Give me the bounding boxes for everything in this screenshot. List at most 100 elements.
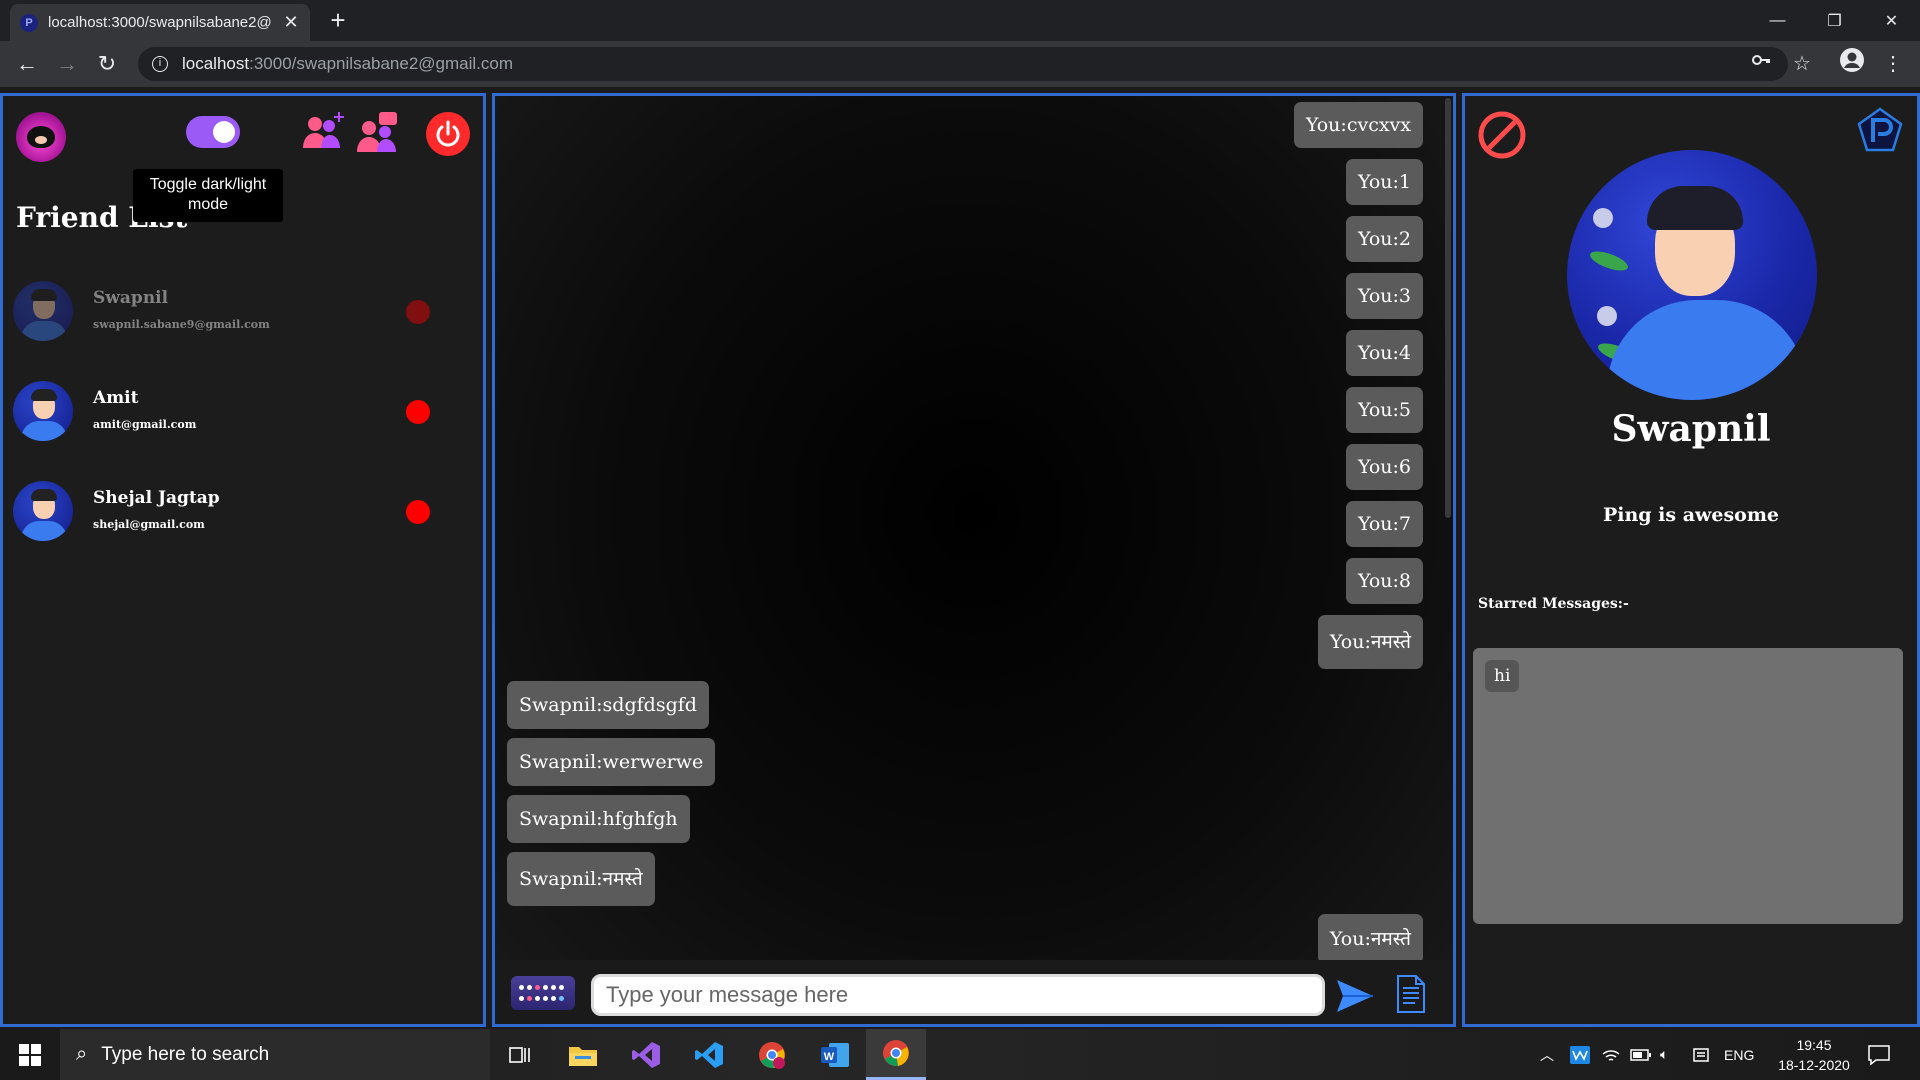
message-composer xyxy=(495,960,1453,1024)
search-icon: ⌕ xyxy=(76,1043,88,1065)
friend-name: Swapnil xyxy=(93,288,169,308)
add-friend-icon[interactable] xyxy=(301,110,345,154)
taskbar-search-placeholder: Type here to search xyxy=(101,1043,270,1065)
avatar xyxy=(13,381,73,441)
app-brand-logo-icon xyxy=(1857,107,1903,152)
message-bubble[interactable]: You:4 xyxy=(1345,330,1423,376)
attach-file-icon[interactable] xyxy=(1395,974,1427,1014)
browser-menu-icon[interactable]: ⋮ xyxy=(1878,47,1908,81)
notification-center-icon[interactable] xyxy=(1868,1029,1890,1080)
task-view-icon[interactable] xyxy=(492,1029,548,1080)
restore-button[interactable]: ❐ xyxy=(1806,0,1863,41)
clock-time: 19:45 xyxy=(1796,1037,1832,1053)
friend-name: Shejal Jagtap xyxy=(93,488,220,508)
friend-item[interactable]: Shejal Jagtap shejal@gmail.com xyxy=(13,476,473,546)
windows-taskbar: ⌕ Type here to search W ︿ 🔈︎ ENG 19:45 1… xyxy=(0,1029,1920,1080)
site-info-icon[interactable]: i xyxy=(152,56,168,72)
browser-toolbar: ← → ↻ i localhost:3000/swapnilsabane2@gm… xyxy=(0,41,1920,87)
message-bubble[interactable]: You:6 xyxy=(1345,444,1423,490)
message-bubble[interactable]: Swapnil:werwerwe xyxy=(507,738,716,786)
clock-date: 18-12-2020 xyxy=(1778,1057,1850,1073)
friend-list-panel: Toggle dark/light mode Friend List Swapn… xyxy=(0,93,486,1027)
language-indicator[interactable]: ENG xyxy=(1724,1029,1754,1080)
profile-name: Swapnil xyxy=(1611,408,1771,450)
chrome-profile-icon[interactable] xyxy=(744,1029,800,1080)
message-bubble[interactable]: You:3 xyxy=(1345,273,1423,319)
friend-email: shejal@gmail.com xyxy=(93,518,205,531)
taskbar-search[interactable]: ⌕ Type here to search xyxy=(60,1029,490,1080)
message-bubble[interactable]: You:नमस्ते xyxy=(1317,914,1423,964)
visual-studio-icon[interactable] xyxy=(618,1029,674,1080)
message-list[interactable]: You:cvcxvx You:1 You:2 You:3 You:4 You:5… xyxy=(507,96,1435,964)
minimize-button[interactable]: — xyxy=(1749,0,1806,41)
starred-messages-list: hi xyxy=(1473,648,1903,924)
message-bubble[interactable]: You:5 xyxy=(1345,387,1423,433)
chat-scrollbar[interactable] xyxy=(1445,98,1451,518)
network-drive-icon[interactable] xyxy=(1692,1029,1710,1080)
avatar xyxy=(13,481,73,541)
starred-messages-title: Starred Messages:- xyxy=(1478,596,1629,612)
emoji-picker-icon[interactable] xyxy=(511,976,575,1010)
message-bubble[interactable]: You:1 xyxy=(1345,159,1423,205)
tab-title: localhost:3000/swapnilsabane2@ xyxy=(48,14,272,31)
profile-avatar-icon[interactable] xyxy=(1837,47,1867,84)
battery-icon[interactable] xyxy=(1630,1029,1652,1080)
starred-message[interactable]: hi xyxy=(1485,660,1520,692)
tray-chevron-icon[interactable]: ︿ xyxy=(1540,1029,1554,1080)
reload-button[interactable]: ↻ xyxy=(92,49,122,79)
address-bar[interactable]: i localhost:3000/swapnilsabane2@gmail.co… xyxy=(138,47,1788,81)
friend-name: Amit xyxy=(93,388,139,408)
block-user-icon[interactable] xyxy=(1477,110,1527,160)
app-logo-icon xyxy=(16,112,66,162)
message-bubble[interactable]: You:8 xyxy=(1345,558,1423,604)
windows-start-icon[interactable] xyxy=(0,1029,60,1080)
forward-button[interactable]: → xyxy=(52,49,82,79)
message-bubble[interactable]: Swapnil:नमस्ते xyxy=(507,852,655,906)
word-icon[interactable]: W xyxy=(807,1029,863,1080)
message-bubble[interactable]: Swapnil:sdgfdsgfd xyxy=(507,681,709,729)
message-bubble[interactable]: You:नमस्ते xyxy=(1317,615,1423,669)
message-bubble[interactable]: You:7 xyxy=(1345,501,1423,547)
file-explorer-icon[interactable] xyxy=(555,1029,611,1080)
friend-email: amit@gmail.com xyxy=(93,418,197,431)
vs-code-icon[interactable] xyxy=(681,1029,737,1080)
taskbar-clock[interactable]: 19:45 18-12-2020 xyxy=(1764,1035,1864,1075)
theme-toggle[interactable] xyxy=(186,116,240,148)
status-dot xyxy=(406,300,430,324)
profile-avatar xyxy=(1567,150,1817,400)
profile-panel: Swapnil Ping is awesome Starred Messages… xyxy=(1462,93,1920,1027)
browser-tab[interactable]: P localhost:3000/swapnilsabane2@ ✕ xyxy=(10,4,310,41)
chat-panel: You:cvcxvx You:1 You:2 You:3 You:4 You:5… xyxy=(492,93,1456,1027)
wifi-icon[interactable] xyxy=(1601,1029,1621,1080)
tray-app-icon[interactable] xyxy=(1570,1029,1590,1080)
url-host: localhost xyxy=(182,54,250,73)
message-input[interactable] xyxy=(591,974,1325,1016)
message-bubble[interactable]: You:cvcxvx xyxy=(1293,102,1423,148)
friend-email: swapnil.sabane9@gmail.com xyxy=(93,318,270,331)
status-dot xyxy=(406,400,430,424)
volume-icon[interactable]: 🔈︎ xyxy=(1660,1029,1668,1080)
group-chat-icon[interactable] xyxy=(355,110,399,154)
profile-status: Ping is awesome xyxy=(1602,504,1780,526)
message-bubble[interactable]: Swapnil:hfghfgh xyxy=(507,795,690,843)
url-path: :3000/swapnilsabane2@gmail.com xyxy=(249,54,514,73)
chat-app: Toggle dark/light mode Friend List Swapn… xyxy=(0,87,1920,1029)
logout-power-icon[interactable] xyxy=(426,112,470,156)
key-icon[interactable] xyxy=(1746,47,1776,81)
friend-item[interactable]: Amit amit@gmail.com xyxy=(13,376,473,446)
new-tab-button[interactable]: + xyxy=(325,7,351,34)
chrome-icon[interactable] xyxy=(866,1029,926,1080)
friend-item[interactable]: Swapnil swapnil.sabane9@gmail.com xyxy=(13,276,473,346)
window-close-button[interactable]: ✕ xyxy=(1863,0,1920,41)
send-icon[interactable] xyxy=(1335,978,1375,1014)
avatar xyxy=(13,281,73,341)
bookmark-star-icon[interactable]: ☆ xyxy=(1787,47,1817,81)
browser-tabbar: P localhost:3000/swapnilsabane2@ ✕ + — ❐… xyxy=(0,0,1920,41)
back-button[interactable]: ← xyxy=(12,49,42,79)
message-bubble[interactable]: You:2 xyxy=(1345,216,1423,262)
tab-close-icon[interactable]: ✕ xyxy=(282,12,300,33)
svg-text:W: W xyxy=(824,1051,835,1063)
status-dot xyxy=(406,500,430,524)
tab-favicon-icon: P xyxy=(20,13,38,32)
toggle-tooltip: Toggle dark/light mode xyxy=(133,169,283,222)
